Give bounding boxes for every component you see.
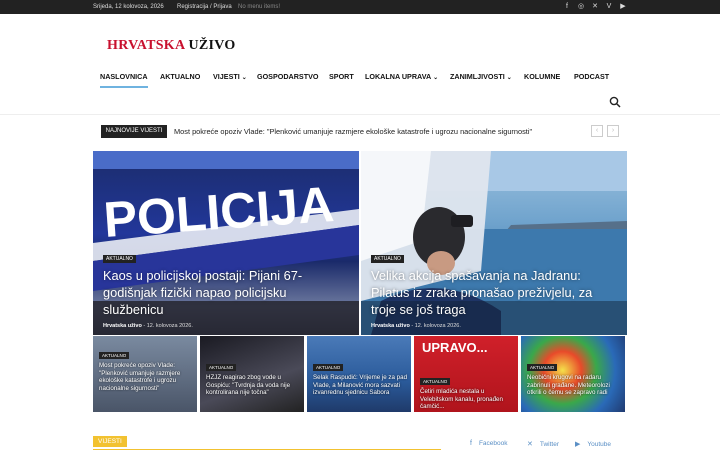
social-twitter[interactable]: ✕ Twitter — [527, 440, 559, 448]
article-meta: Hrvatska uživo - 12. kolovoza 2026. — [103, 323, 193, 329]
youtube-icon[interactable]: ▶ — [618, 2, 628, 12]
youtube-icon: ▶ — [575, 441, 581, 448]
instagram-icon[interactable]: ◎ — [576, 2, 586, 12]
small-caption: AKTUALNO Četiri mladića nestala u Velebi… — [420, 370, 514, 411]
nav-label: LOKALNA UPRAVA — [365, 72, 432, 81]
article-title[interactable]: Neobični krugovi na radaru zabrinuli gra… — [527, 374, 621, 397]
date: 12. kolovoza 2026. — [146, 323, 193, 329]
small-article[interactable]: AKTUALNO HZJZ reagirao zbog vode u Gospi… — [200, 336, 304, 412]
section-label[interactable]: VIJESTI — [93, 436, 127, 447]
nav-gospodarstvo[interactable]: GOSPODARSTVO — [257, 70, 319, 88]
nav-label: NASLOVNICA — [100, 72, 148, 81]
article-meta: Hrvatska uživo - 12. kolovoza 2026. — [371, 323, 461, 329]
ticker-headline[interactable]: Most pokreće opoziv Vlade: "Plenković um… — [174, 127, 532, 136]
featured-article[interactable]: AKTUALNO Velika akcija spašavanja na Jad… — [361, 151, 627, 335]
nav-label: GOSPODARSTVO — [257, 72, 319, 81]
site-header: HRVATSKA UŽIVO NASLOVNICA AKTUALNO VIJES… — [0, 14, 720, 115]
facebook-icon[interactable]: f — [562, 2, 572, 12]
ticker-next-button[interactable]: › — [607, 125, 619, 137]
nav-label: PODCAST — [574, 72, 610, 81]
chevron-down-icon: ⌄ — [433, 75, 439, 81]
breaking-text: UPRAVO... — [422, 340, 488, 355]
chevron-down-icon: ⌄ — [506, 75, 512, 81]
logo-part-hrvatska: HRVATSKA — [107, 38, 185, 53]
x-icon: ✕ — [527, 441, 533, 448]
breaking-news-ticker: NAJNOVIJE VIJESTI Most pokreće opoziv Vl… — [101, 125, 621, 139]
register-login-link[interactable]: Registracija / Prijava — [177, 4, 232, 10]
nav-lokalna-uprava[interactable]: LOKALNA UPRAVA ⌄ — [365, 70, 438, 88]
article-title[interactable]: Četiri mladića nestala u Velebitskom kan… — [420, 388, 514, 411]
small-caption: AKTUALNO Neobični krugovi na radaru zabr… — [527, 356, 621, 397]
section-header: VIJESTI — [93, 436, 441, 450]
vimeo-icon[interactable]: V — [604, 2, 614, 12]
small-article[interactable]: AKTUALNO Selak Raspudić: Vrijeme je za p… — [307, 336, 411, 412]
small-caption: AKTUALNO Most pokreće opoziv Vlade: "Ple… — [99, 344, 193, 392]
facebook-icon: f — [470, 440, 472, 447]
current-date: Srijeda, 12 kolovoza, 2026 — [93, 4, 164, 10]
author[interactable]: Hrvatska uživo — [371, 323, 410, 329]
date: 12. kolovoza 2026. — [414, 323, 461, 329]
ticker-label: NAJNOVIJE VIJESTI — [101, 125, 167, 138]
site-logo[interactable]: HRVATSKA UŽIVO — [107, 38, 236, 54]
category-badge[interactable]: AKTUALNO — [420, 378, 451, 385]
nav-label: ZANIMLJIVOSTI — [450, 72, 505, 81]
author[interactable]: Hrvatska uživo — [103, 323, 142, 329]
small-article[interactable]: UPRAVO... AKTUALNO Četiri mladića nestal… — [414, 336, 518, 412]
featured-article[interactable]: POLICIJA AKTUALNO Kaos u policijskoj pos… — [93, 151, 359, 335]
nav-podcast[interactable]: PODCAST — [574, 70, 609, 88]
article-title[interactable]: Most pokreće opoziv Vlade: "Plenković um… — [99, 362, 193, 392]
category-badge[interactable]: AKTUALNO — [371, 255, 404, 263]
article-title[interactable]: HZJZ reagirao zbog vode u Gospiću: "Tvrd… — [206, 374, 300, 397]
nav-naslovnica[interactable]: NASLOVNICA — [100, 70, 148, 88]
chevron-down-icon: ⌄ — [241, 75, 247, 81]
social-label: Twitter — [539, 441, 560, 448]
social-label: Facebook — [478, 440, 508, 447]
nav-sport[interactable]: SPORT — [329, 70, 354, 88]
nav-label: SPORT — [329, 72, 354, 81]
featured-caption: AKTUALNO Velika akcija spašavanja na Jad… — [371, 247, 617, 329]
social-youtube[interactable]: ▶ Youtube — [575, 440, 611, 448]
category-badge[interactable]: AKTUALNO — [103, 255, 136, 263]
nav-aktualno[interactable]: AKTUALNO — [160, 70, 200, 88]
nav-zanimljivosti[interactable]: ZANIMLJIVOSTI ⌄ — [450, 70, 512, 88]
small-caption: AKTUALNO HZJZ reagirao zbog vode u Gospi… — [206, 356, 300, 397]
category-badge[interactable]: AKTUALNO — [527, 364, 558, 371]
small-article[interactable]: AKTUALNO Most pokreće opoziv Vlade: "Ple… — [93, 336, 197, 412]
no-menu-text: No menu items! — [238, 4, 281, 10]
featured-caption: AKTUALNO Kaos u policijskoj postaji: Pij… — [103, 247, 349, 329]
logo-part-uzivo: UŽIVO — [188, 38, 236, 53]
social-facebook[interactable]: f Facebook — [470, 440, 508, 447]
nav-label: VIJESTI — [213, 72, 240, 81]
social-label: Youtube — [587, 441, 612, 448]
category-badge[interactable]: AKTUALNO — [99, 352, 130, 359]
nav-label: AKTUALNO — [160, 72, 201, 81]
article-title[interactable]: Selak Raspudić: Vrijeme je za pad Vlade,… — [313, 374, 407, 397]
small-caption: AKTUALNO Selak Raspudić: Vrijeme je za p… — [313, 356, 407, 397]
category-badge[interactable]: AKTUALNO — [206, 364, 237, 371]
top-bar: Srijeda, 12 kolovoza, 2026 Registracija … — [0, 0, 720, 14]
article-title[interactable]: Kaos u policijskoj postaji: Pijani 67-go… — [103, 267, 349, 318]
search-icon[interactable] — [609, 96, 621, 108]
article-title[interactable]: Velika akcija spašavanja na Jadranu: Pil… — [371, 267, 617, 318]
ticker-prev-button[interactable]: ‹ — [591, 125, 603, 137]
nav-label: KOLUMNE — [524, 72, 561, 81]
nav-vijesti[interactable]: VIJESTI ⌄ — [213, 70, 247, 88]
x-icon[interactable]: ✕ — [590, 2, 600, 12]
category-badge[interactable]: AKTUALNO — [313, 364, 344, 371]
small-article[interactable]: AKTUALNO Neobični krugovi na radaru zabr… — [521, 336, 625, 412]
nav-kolumne[interactable]: KOLUMNE — [524, 70, 560, 88]
